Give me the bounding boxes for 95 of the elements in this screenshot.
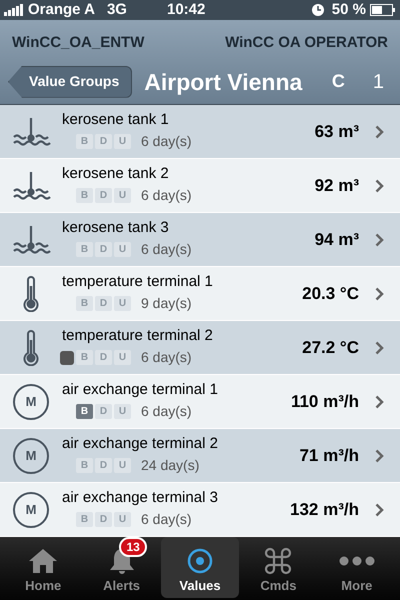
- value-age: 6 day(s): [141, 132, 192, 152]
- chevron-icon: [375, 286, 384, 300]
- value-age: 6 day(s): [141, 348, 192, 368]
- status-flag: B: [76, 188, 93, 204]
- value-age: 24 day(s): [141, 456, 200, 476]
- value-name: kerosene tank 1: [62, 110, 170, 130]
- status-flag: D: [95, 350, 112, 366]
- chevron-icon: [375, 178, 384, 192]
- status-flag: B: [76, 350, 93, 366]
- refresh-button[interactable]: C: [332, 68, 345, 96]
- status-flag: B: [76, 242, 93, 258]
- network-type: 3G: [106, 0, 127, 20]
- motor-icon: M: [13, 438, 49, 474]
- status-flag: B: [76, 296, 93, 312]
- home-icon: [28, 548, 58, 574]
- page-title: Airport Vienna: [144, 68, 302, 97]
- thermometer-icon: [23, 330, 39, 366]
- chevron-icon: [375, 340, 384, 354]
- more-icon: [338, 556, 375, 566]
- status-flag: B: [76, 404, 93, 420]
- tank-level-icon: [11, 116, 51, 146]
- command-icon: [264, 546, 292, 574]
- status-flag: U: [114, 350, 131, 366]
- value-name: temperature terminal 1: [62, 272, 214, 292]
- chevron-icon: [375, 502, 384, 516]
- value-name: air exchange terminal 1: [62, 380, 219, 400]
- target-icon: [186, 546, 214, 574]
- user-role: WinCC OA OPERATOR: [225, 33, 388, 53]
- motor-icon: M: [13, 384, 49, 420]
- status-flag: U: [114, 188, 131, 204]
- status-flag: D: [95, 134, 112, 150]
- thermometer-icon: [23, 276, 39, 312]
- chevron-icon: [375, 394, 384, 408]
- motor-icon: M: [13, 492, 49, 528]
- status-flag: D: [95, 404, 112, 420]
- value-row[interactable]: M air exchange terminal 1 B D U 6 day(s) 110 m³/h: [0, 375, 400, 429]
- signal-icon: [4, 4, 24, 16]
- tank-level-icon: [11, 170, 51, 200]
- value-name: air exchange terminal 2: [62, 434, 219, 454]
- value-row[interactable]: temperature terminal 1 B D U 9 day(s) 20.3 °C: [0, 267, 400, 321]
- tab-item[interactable]: Alerts 13: [82, 537, 161, 598]
- value-name: kerosene tank 2: [62, 164, 170, 184]
- value-age: 6 day(s): [141, 186, 192, 206]
- value-row[interactable]: M air exchange terminal 2 B D U 24 day(s) 71 m³/h: [0, 429, 400, 483]
- status-flag: B: [76, 134, 93, 150]
- value-reading: 27.2 °C: [302, 336, 359, 359]
- value-reading: 94 m³: [314, 228, 359, 251]
- value-reading: 110 m³/h: [290, 390, 359, 413]
- value-age: 6 day(s): [141, 510, 192, 530]
- chevron-icon: [375, 232, 384, 246]
- back-button[interactable]: Value Groups: [8, 66, 132, 98]
- status-flag: U: [114, 296, 131, 312]
- status-flag: D: [95, 188, 112, 204]
- value-row[interactable]: temperature terminal 2 B D U 6 day(s) 27.2 °C: [0, 321, 400, 375]
- tab-item[interactable]: Cmds: [239, 537, 318, 598]
- alarm-clock-icon: [312, 4, 324, 16]
- status-flag: U: [114, 404, 131, 420]
- status-flag: D: [95, 242, 112, 258]
- carrier-name: Orange A: [28, 0, 95, 20]
- chevron-icon: [375, 448, 384, 462]
- tank-level-icon: [11, 224, 51, 254]
- status-flag: D: [95, 296, 112, 312]
- clock-time: 10:42: [166, 0, 206, 20]
- value-row[interactable]: kerosene tank 3 B D U 6 day(s) 94 m³: [0, 213, 400, 267]
- value-row[interactable]: kerosene tank 2 B D U 6 day(s) 92 m³: [0, 159, 400, 213]
- status-flag: B: [76, 458, 93, 474]
- value-reading: 20.3 °C: [302, 282, 359, 305]
- battery-percent: 50 %: [332, 0, 366, 20]
- value-name: kerosene tank 3: [62, 218, 170, 238]
- value-reading: 71 m³/h: [299, 444, 359, 467]
- value-row[interactable]: kerosene tank 1 B D U 6 day(s) 63 m³: [0, 105, 400, 159]
- system-name: WinCC_OA_ENTW: [12, 33, 144, 53]
- value-name: air exchange terminal 3: [62, 488, 219, 508]
- tab-item[interactable]: More: [318, 537, 396, 598]
- tab-item[interactable]: Home: [4, 537, 82, 598]
- value-reading: 92 m³: [314, 174, 359, 197]
- status-flag: U: [114, 512, 131, 528]
- chevron-icon: [375, 124, 384, 138]
- value-age: 6 day(s): [141, 240, 192, 260]
- value-reading: 132 m³/h: [290, 498, 359, 521]
- tab-item[interactable]: Values: [160, 537, 240, 598]
- status-flag: D: [95, 512, 112, 528]
- battery-icon: [370, 4, 396, 16]
- status-flag: B: [76, 512, 93, 528]
- status-flag: U: [114, 458, 131, 474]
- notification-badge: 13: [119, 537, 147, 557]
- value-row[interactable]: M air exchange terminal 3 B D U 6 day(s) 132 m³/h: [0, 483, 400, 537]
- value-name: temperature terminal 2: [62, 326, 214, 346]
- page-count: 1: [372, 70, 384, 95]
- status-flag: U: [114, 134, 131, 150]
- value-age: 9 day(s): [141, 294, 192, 314]
- value-reading: 63 m³: [314, 120, 359, 143]
- status-flag: U: [114, 242, 131, 258]
- status-flag: D: [95, 458, 112, 474]
- value-age: 6 day(s): [141, 402, 192, 422]
